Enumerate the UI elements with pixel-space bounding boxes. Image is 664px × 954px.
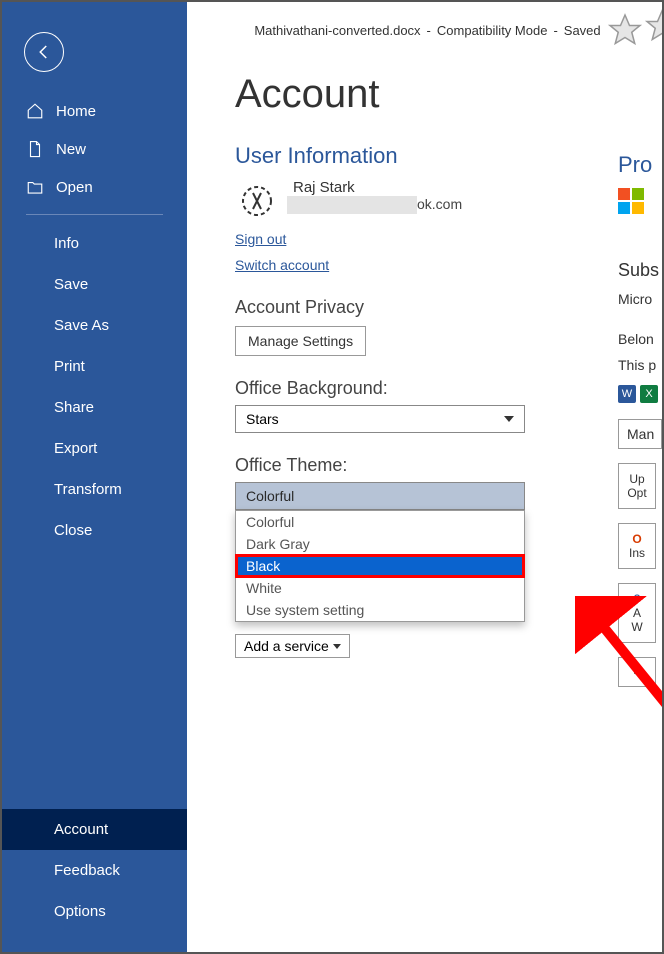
chevron-down-icon: [333, 644, 341, 649]
office-background-dropdown[interactable]: Stars: [235, 405, 525, 433]
sidebar-item-saveas[interactable]: Save As: [2, 305, 187, 346]
sidebar-item-options[interactable]: Options: [2, 891, 187, 932]
text: Micro: [618, 291, 652, 307]
page-title: Account: [235, 72, 662, 117]
office-theme-dropdown[interactable]: Colorful: [235, 482, 525, 510]
titlebar-mode: Compatibility Mode: [437, 23, 548, 38]
chevron-down-icon: [504, 416, 514, 422]
redacted-mask: [287, 196, 417, 214]
sidebar-item-label: Open: [56, 179, 93, 196]
user-info-heading: User Information: [235, 143, 662, 169]
sidebar-item-share[interactable]: Share: [2, 387, 187, 428]
excel-icon: X: [640, 385, 658, 403]
sidebar-item-label: New: [56, 141, 86, 158]
title-bar: Mathivathani-converted.docx - Compatibil…: [235, 2, 662, 48]
office-theme-label: Office Theme:: [235, 455, 662, 476]
titlebar-filename: Mathivathani-converted.docx: [254, 23, 420, 38]
update-options-box[interactable]: Up Opt: [618, 463, 656, 509]
user-email: ok.com: [293, 196, 462, 212]
insider-box[interactable]: O Ins: [618, 523, 656, 569]
back-button[interactable]: [24, 32, 64, 72]
manage-settings-button[interactable]: Manage Settings: [235, 326, 366, 356]
theme-option-black[interactable]: Black: [236, 555, 524, 577]
star-icon: [607, 12, 643, 48]
whatsnew-box[interactable]: <: [618, 657, 656, 687]
switch-account-link[interactable]: Switch account: [235, 257, 329, 273]
sidebar-item-export[interactable]: Export: [2, 428, 187, 469]
backstage-sidebar: Home New Open Info Save Save As Print Sh…: [2, 2, 187, 952]
theme-option-colorful[interactable]: Colorful: [236, 511, 524, 533]
sidebar-item-info[interactable]: Info: [2, 223, 187, 264]
text: Belon: [618, 331, 654, 347]
theme-option-system[interactable]: Use system setting: [236, 599, 524, 621]
about-box[interactable]: ? A W: [618, 583, 656, 643]
sidebar-item-feedback[interactable]: Feedback: [2, 850, 187, 891]
sidebar-item-label: Home: [56, 103, 96, 120]
product-info-heading: Pro: [618, 152, 652, 178]
office-theme-value: Colorful: [246, 488, 294, 504]
subscription-heading: Subs: [618, 260, 659, 281]
content-area: Mathivathani-converted.docx - Compatibil…: [187, 2, 662, 952]
avatar: [235, 179, 279, 223]
app-icons: W X: [618, 385, 658, 403]
word-icon: W: [618, 385, 636, 403]
sidebar-item-transform[interactable]: Transform: [2, 469, 187, 510]
account-privacy-heading: Account Privacy: [235, 297, 662, 318]
office-background-label: Office Background:: [235, 378, 662, 399]
add-service-button[interactable]: Add a service: [235, 634, 350, 658]
sidebar-item-save[interactable]: Save: [2, 264, 187, 305]
text: This p: [618, 357, 656, 373]
sidebar-item-open[interactable]: Open: [2, 168, 187, 206]
sidebar-item-account[interactable]: Account: [2, 809, 187, 850]
manage-account-button-clip[interactable]: Man: [618, 419, 662, 449]
sidebar-item-print[interactable]: Print: [2, 346, 187, 387]
sign-out-link[interactable]: Sign out: [235, 231, 286, 247]
office-background-value: Stars: [246, 411, 279, 427]
user-name: Raj Stark: [293, 179, 462, 196]
divider: [26, 214, 163, 215]
sidebar-item-new[interactable]: New: [2, 130, 187, 168]
theme-option-white[interactable]: White: [236, 577, 524, 599]
microsoft-logo-icon: [618, 188, 644, 214]
office-theme-options: Colorful Dark Gray Black White Use syste…: [235, 510, 525, 622]
right-pane-clipped: Pro Subs Micro Belon This p W X Man Up O…: [618, 152, 662, 687]
sidebar-item-home[interactable]: Home: [2, 92, 187, 130]
sidebar-item-close[interactable]: Close: [2, 510, 187, 551]
titlebar-status: Saved: [564, 23, 601, 38]
star-icon: [644, 8, 662, 44]
theme-option-darkgray[interactable]: Dark Gray: [236, 533, 524, 555]
